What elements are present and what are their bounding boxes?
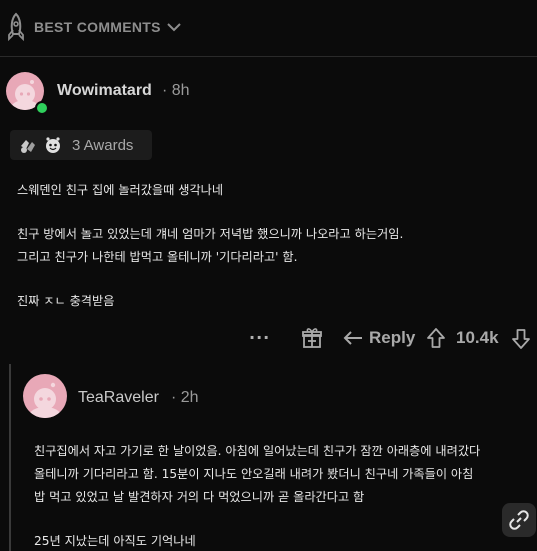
comment-text-line: 친구 방에서 놀고 있었는데 걔네 엄마가 저녁밥 했으니까 나오라고 하는거임… (17, 227, 404, 241)
reply-text-line: 25년 지났는데 아직도 기억나네 (34, 534, 196, 548)
reply-arrow-icon[interactable] (343, 330, 363, 346)
comment-timestamp: · 8h (162, 82, 190, 99)
thread-line[interactable] (9, 364, 11, 551)
comment-username[interactable]: Wowimatard (57, 82, 152, 100)
comment-text-line: 스웨덴인 친구 집에 놀러갔을때 생각나네 (17, 183, 224, 197)
online-status-dot (35, 101, 49, 115)
gift-icon[interactable] (302, 327, 322, 349)
reply-text-line: 밥 먹고 있었고 날 발견하자 거의 다 먹었으니까 곧 올라간다고 함 (34, 490, 365, 504)
link-icon (509, 510, 529, 530)
upvote-icon[interactable] (426, 327, 446, 349)
reply-text-line: 친구집에서 자고 가기로 한 날이었음. 아침에 일어났는데 친구가 잠깐 아래… (34, 444, 481, 458)
award-hands-icon (21, 140, 35, 153)
link-button[interactable] (502, 503, 536, 537)
comment-text-line: 그리고 친구가 나한테 밥먹고 올테니까 '기다리라고' 함. (17, 250, 298, 264)
reply-button[interactable]: Reply (369, 328, 415, 348)
chevron-down-icon[interactable] (166, 20, 182, 34)
rocket-icon (8, 12, 24, 42)
awards-badge[interactable]: 3 Awards (10, 130, 152, 160)
reply-timestamp: · 2h (171, 389, 199, 406)
header-divider (0, 56, 537, 57)
best-comments-header[interactable]: BEST COMMENTS (0, 0, 537, 56)
comment-text-line: 진짜 ㅈㄴ 충격받음 (17, 294, 115, 308)
best-comments-label: BEST COMMENTS (34, 19, 161, 35)
awards-count: 3 Awards (72, 137, 134, 154)
reply-text-line: 올테니까 기다리라고 함. 15분이 지나도 안오길래 내려가 봤더니 친구네 … (34, 467, 474, 481)
award-wholesome-icon (46, 137, 60, 153)
vote-score: 10.4k (456, 328, 499, 347)
reply-username[interactable]: TeaRaveler (78, 389, 159, 407)
avatar[interactable] (23, 374, 67, 418)
more-options-button[interactable]: ··· (249, 328, 270, 347)
downvote-icon[interactable] (511, 328, 531, 350)
